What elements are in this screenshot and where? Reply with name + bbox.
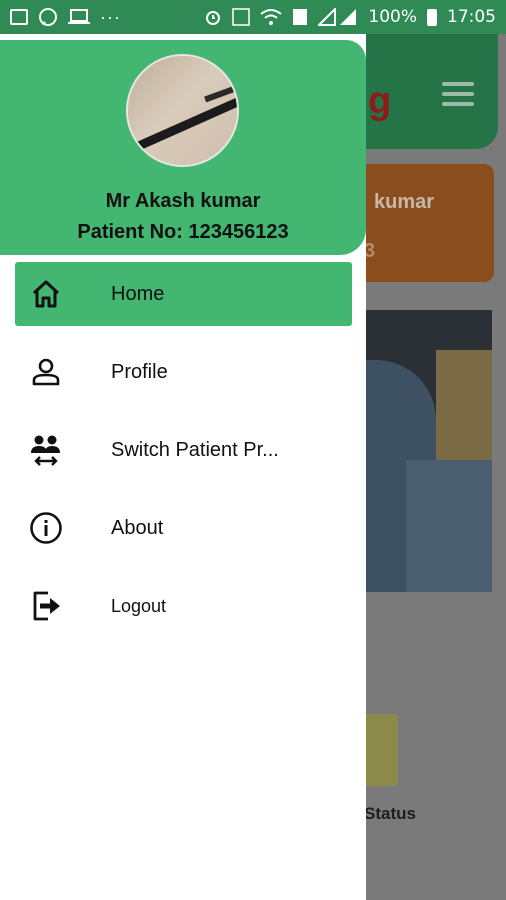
status-bar: ··· 100% 17:05 — [0, 0, 506, 34]
menu-item-label: Home — [111, 282, 165, 305]
switch-patient-icon — [29, 433, 63, 467]
home-icon — [29, 277, 63, 311]
background-app-title: g — [368, 80, 392, 122]
person-icon — [29, 355, 63, 389]
info-icon — [29, 511, 63, 545]
menu-item-home[interactable]: Home — [15, 262, 352, 326]
laptop-notification-icon — [68, 9, 90, 24]
logout-icon — [29, 589, 63, 623]
battery-percent: 100% — [368, 7, 417, 27]
whatsapp-notification-icon — [39, 8, 57, 26]
clock: 17:05 — [447, 7, 496, 27]
hamburger-menu-icon — [442, 82, 474, 112]
background-card-name: kumar — [374, 191, 435, 213]
background-patient-card — [366, 164, 494, 282]
user-name: Mr Akash kumar — [105, 190, 261, 212]
menu-item-profile[interactable]: Profile — [15, 340, 352, 404]
wifi-icon — [260, 9, 283, 25]
status-bar-right: 100% 17:05 — [204, 7, 496, 27]
background-banner-image — [366, 310, 492, 592]
menu-item-about[interactable]: About — [15, 496, 352, 560]
gallery-notification-icon — [10, 9, 28, 25]
menu-item-label: About — [111, 516, 164, 539]
background-status-label: Status — [366, 804, 416, 823]
menu-item-label: Logout — [111, 595, 167, 616]
menu-item-switch-patient[interactable]: Switch Patient Pr... — [15, 418, 352, 482]
background-card-number: 3 — [366, 240, 376, 262]
menu-item-logout[interactable]: Logout — [15, 574, 352, 638]
navigation-drawer: Mr Akash kumar Patient No: 123456123 Hom… — [0, 34, 366, 900]
menu-item-label: Profile — [111, 360, 168, 383]
battery-icon — [427, 8, 437, 26]
background-app-scrim[interactable]: g kumar 3 Status — [366, 34, 506, 900]
more-notifications-indicator: ··· — [100, 6, 121, 27]
alarm-icon — [206, 11, 221, 25]
status-bar-left: ··· — [10, 7, 121, 28]
sim-icon — [293, 9, 308, 25]
menu-item-label: Switch Patient Pr... — [111, 438, 279, 461]
patient-number: Patient No: 123456123 — [77, 221, 289, 243]
avatar — [126, 54, 239, 167]
drawer-header: Mr Akash kumar Patient No: 123456123 — [0, 40, 366, 255]
background-status-tile-icon — [366, 714, 398, 786]
volte-icon — [232, 8, 251, 26]
signal-icon — [318, 8, 357, 26]
